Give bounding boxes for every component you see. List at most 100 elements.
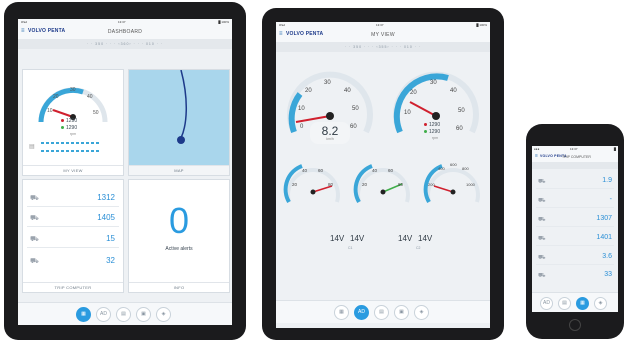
tick-label: 1000 — [466, 182, 476, 187]
home-button[interactable] — [569, 319, 581, 331]
nav-view-button[interactable]: ▤ — [374, 305, 389, 320]
green-dot — [424, 130, 427, 133]
voltage-c2-label: C2 — [416, 246, 421, 250]
compass-tape: · · 350 · · · ‹360› · · · 010 · · — [18, 39, 232, 49]
voltage-c2-b: 14V — [418, 234, 433, 243]
divider — [536, 245, 614, 246]
my-view-card[interactable]: 10 20 30 40 50 1290 1290 rpm ▤ MY VIEW — [22, 69, 124, 176]
nav-trip-button[interactable]: ▦ — [576, 297, 589, 310]
tick-label: 50 — [93, 110, 99, 116]
phone-screen: ●●● 13:37 █ ≡ VOLVO PENTA TRIP COMPUTER … — [532, 146, 618, 312]
battery: █ 100% — [217, 20, 229, 24]
trip-computer-card[interactable]: ⛟ 1312 ⛟ 1405 ⛟ 15 ⛟ 32 TRIP COMPUTER — [22, 179, 124, 293]
tick-label: 800 — [462, 166, 469, 171]
rpm-value-1: 1290 — [424, 122, 440, 128]
tick-label: 600 — [450, 162, 457, 167]
trip-row-icon: ⛟ — [538, 273, 546, 279]
trip-value: 1307 — [596, 215, 612, 222]
compass-tape: · · 350 · · · ‹355› · · · 010 · · — [276, 42, 490, 52]
tick-label: 10 — [298, 106, 305, 112]
phone-trip-computer: ●●● 13:37 █ ≡ VOLVO PENTA TRIP COMPUTER … — [526, 124, 624, 339]
map-card[interactable]: MAP — [128, 69, 230, 176]
map-track — [177, 70, 188, 144]
trip-value: 3.6 — [602, 253, 612, 260]
alert-count: 0 — [168, 200, 190, 241]
battery: █ 100% — [475, 23, 487, 27]
page-title: TRIP COMPUTER — [562, 155, 591, 159]
speed-readout: 8.2 km/h — [310, 122, 350, 144]
tick-label: 20 — [410, 90, 417, 96]
carrier: iPad — [279, 23, 286, 27]
fuel-icon: ▤ — [29, 144, 35, 150]
trip-row-icon: ⛟ — [30, 258, 39, 265]
my-view-footer[interactable]: MY VIEW — [23, 165, 123, 175]
speed-value: 8.2 — [321, 124, 339, 138]
voltage-c1-b: 14V — [350, 234, 365, 243]
trip-value: 15 — [106, 234, 115, 243]
tick-label: 200 — [428, 182, 435, 187]
trip-row-icon: ⛟ — [30, 215, 39, 222]
nav-ad-button[interactable]: AD — [354, 305, 369, 320]
tick-label: 10 — [47, 108, 53, 114]
nav-ad-button[interactable]: AD — [540, 297, 553, 310]
tick-label: 400 — [438, 166, 445, 171]
alert-label: Active alerts — [165, 246, 193, 252]
fuel-bar — [41, 142, 101, 144]
pressure-gauge: 200 400 600 800 1000 — [423, 162, 480, 204]
trip-value: 32 — [106, 256, 115, 265]
green-dot — [61, 126, 64, 129]
tick-label: 20 — [362, 182, 368, 187]
trip-row-icon: ⛟ — [30, 195, 39, 202]
tick-label: 40 — [344, 88, 351, 94]
nav-map-button[interactable]: ▣ — [394, 305, 409, 320]
trip-row-icon: ⛟ — [30, 236, 39, 243]
tick-label: 40 — [302, 168, 308, 173]
temp-gauge-1: 20 40 60 80 — [283, 164, 340, 204]
divider — [27, 247, 119, 248]
speed-unit: km/h — [326, 137, 334, 141]
clock: 13:37 — [376, 23, 384, 27]
page-title: DASHBOARD — [107, 29, 143, 35]
nav-view-button[interactable]: ▤ — [116, 307, 131, 322]
nav-map-button[interactable]: ▣ — [136, 307, 151, 322]
trip-row-icon: ⛟ — [538, 255, 546, 261]
boat-position-icon — [177, 136, 185, 144]
divider — [536, 207, 614, 208]
tick-label: 0 — [300, 124, 304, 130]
nav-info-button[interactable]: ◈ — [414, 305, 429, 320]
nav-view-button[interactable]: ▤ — [558, 297, 571, 310]
rpm-unit: rpm — [432, 136, 439, 140]
voltage-c2-a: 14V — [398, 234, 413, 243]
tick-label: 30 — [430, 80, 437, 86]
tablet-my-view-screen: iPad 13:37 █ 100% ≡ VOLVO PENTA MY VIEW … — [276, 22, 490, 328]
tick-label: 60 — [388, 168, 394, 173]
compass-heading: · · 350 · · · ‹355› · · · 010 · · — [344, 45, 422, 49]
nav-dashboard-button[interactable]: ▦ — [334, 305, 349, 320]
nav-info-button[interactable]: ◈ — [594, 297, 607, 310]
compass-tape — [532, 162, 618, 169]
voltage-c1-label: C1 — [348, 246, 353, 250]
tick-label: 20 — [53, 94, 59, 100]
bottom-nav: ▦ AD ▤ ▣ ◈ — [18, 302, 232, 325]
tick-label: 30 — [324, 80, 331, 86]
map-footer[interactable]: MAP — [129, 165, 229, 175]
clock: 13:37 — [118, 20, 126, 24]
carrier: ●●● — [534, 147, 540, 151]
trip-footer[interactable]: TRIP COMPUTER — [23, 282, 123, 292]
divider — [27, 226, 119, 227]
info-card[interactable]: 0 Active alerts INFO — [128, 179, 230, 293]
nav-ad-button[interactable]: AD — [96, 307, 111, 322]
tablet-dashboard-screen: iPad 13:37 █ 100% ≡ VOLVO PENTA DASHBOAR… — [18, 19, 232, 325]
divider — [536, 226, 614, 227]
app-bar: ≡ VOLVO PENTA DASHBOARD — [18, 25, 232, 40]
tick-label: 20 — [292, 182, 298, 187]
nav-dashboard-button[interactable]: ▦ — [76, 307, 91, 322]
nav-info-button[interactable]: ◈ — [156, 307, 171, 322]
trip-value: - — [609, 196, 612, 203]
compass-heading: · · 350 · · · ‹360› · · · 010 · · — [86, 42, 164, 46]
info-footer[interactable]: INFO — [129, 282, 229, 292]
tick-label: 20 — [305, 88, 312, 94]
menu-icon[interactable]: ≡ — [535, 154, 538, 159]
tick-label: 80 — [398, 182, 404, 187]
app-bar: ≡ VOLVO PENTA MY VIEW — [276, 28, 490, 43]
